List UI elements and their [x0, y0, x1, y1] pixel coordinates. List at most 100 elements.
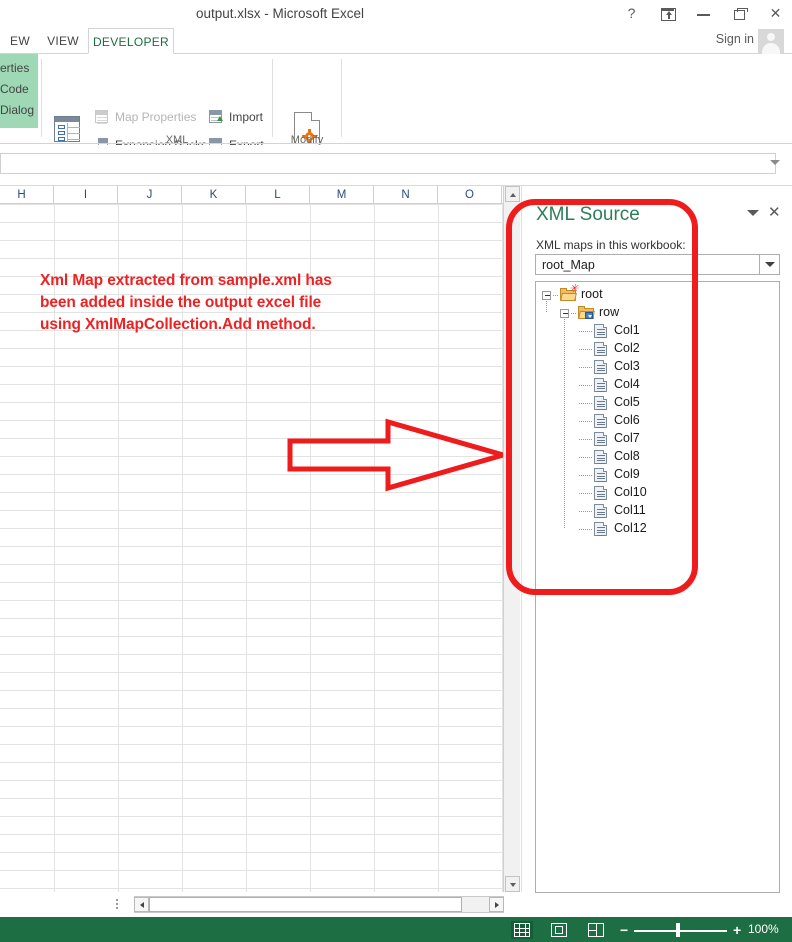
tree-connector-line	[579, 439, 592, 440]
grid-line-horizontal	[0, 618, 504, 619]
grid-line-horizontal	[0, 888, 504, 889]
import-label: Import	[229, 110, 264, 124]
scroll-up-button[interactable]	[505, 186, 520, 202]
ribbon-cmd-properties-truncated[interactable]: erties	[0, 58, 42, 79]
xml-tree-node[interactable]: Col9	[536, 466, 779, 484]
scroll-down-button[interactable]	[505, 876, 520, 892]
page-layout-view-icon[interactable]	[548, 921, 570, 939]
xml-tree-node[interactable]: Col8	[536, 448, 779, 466]
xml-element-tree[interactable]: ✳ root row Col1 Col2 Col3 Col4 Col5 Col6 Col7 Col8…	[535, 281, 780, 893]
horizontal-scroll-row	[0, 892, 504, 917]
scroll-right-button[interactable]	[489, 897, 504, 912]
xml-tree-node[interactable]: row	[536, 304, 779, 322]
sheet-tab-splitter[interactable]	[115, 898, 119, 910]
column-header-J[interactable]: J	[118, 186, 182, 204]
normal-view-icon[interactable]	[511, 921, 533, 939]
grid-line-horizontal	[0, 384, 504, 385]
xml-map-select[interactable]: root_Map	[535, 254, 780, 275]
xml-element-icon	[594, 486, 607, 500]
grid-line-horizontal	[0, 222, 504, 223]
tree-connector-line	[579, 385, 592, 386]
chevron-down-icon[interactable]	[759, 255, 779, 274]
xml-source-task-pane: XML Source ✕ XML maps in this workbook: …	[521, 186, 792, 893]
grid-line-horizontal	[0, 528, 504, 529]
xml-maps-label: XML maps in this workbook:	[536, 238, 686, 252]
ribbon-cmd-viewcode-truncated[interactable]: Code	[0, 79, 42, 100]
status-bar: − + 100%	[0, 917, 792, 942]
column-header-K[interactable]: K	[182, 186, 246, 204]
grid-line-horizontal	[0, 366, 504, 367]
tree-connector-line	[571, 313, 577, 314]
xml-tree-node[interactable]: Col1	[536, 322, 779, 340]
column-header-L[interactable]: L	[246, 186, 310, 204]
map-properties-label: Map Properties	[115, 110, 197, 124]
column-header-N[interactable]: N	[374, 186, 438, 204]
ribbon-group-divider-3	[341, 59, 342, 137]
xml-tree-node[interactable]: Col12	[536, 520, 779, 538]
xml-tree-node[interactable]: Col2	[536, 340, 779, 358]
annotation-callout-text: Xml Map extracted from sample.xml has be…	[40, 272, 332, 333]
formula-bar-area	[0, 145, 792, 185]
xml-tree-node[interactable]: Col10	[536, 484, 779, 502]
restore-icon[interactable]	[731, 5, 748, 22]
zoom-slider-track[interactable]	[634, 930, 727, 932]
column-headers: HIJKLMNO	[0, 186, 504, 204]
xml-tree-node[interactable]: Col5	[536, 394, 779, 412]
zoom-in-button[interactable]: +	[733, 923, 741, 937]
grid-line-horizontal	[0, 636, 504, 637]
xml-tree-node-label: row	[599, 305, 620, 319]
minimize-icon[interactable]	[695, 5, 712, 22]
horizontal-scrollbar[interactable]	[134, 896, 504, 913]
xml-element-icon	[594, 396, 607, 410]
page-break-preview-icon[interactable]	[585, 921, 607, 939]
column-header-I[interactable]: I	[54, 186, 118, 204]
xml-tree-node[interactable]: Col7	[536, 430, 779, 448]
xml-tree-node-label: Col4	[614, 377, 640, 391]
xml-tree-node[interactable]: Col11	[536, 502, 779, 520]
vertical-scrollbar[interactable]	[503, 186, 520, 892]
xml-tree-node-label: Col9	[614, 467, 640, 481]
help-button[interactable]: ?	[623, 5, 640, 22]
tab-review-truncated[interactable]: EW	[0, 28, 40, 54]
xml-tree-node[interactable]: Col3	[536, 358, 779, 376]
zoom-slider-thumb[interactable]	[676, 923, 680, 937]
ribbon-cmd-dialog-truncated[interactable]: Dialog	[0, 100, 42, 121]
grid-line-horizontal	[0, 402, 504, 403]
grid-line-horizontal	[0, 798, 504, 799]
xml-tree-node[interactable]: Col6	[536, 412, 779, 430]
ribbon-bottom-border	[0, 143, 792, 144]
pane-menu-icon[interactable]	[746, 207, 760, 219]
xml-element-icon	[594, 360, 607, 374]
worksheet-grid[interactable]: HIJKLMNO Xml Map extracted from sample.x…	[0, 186, 504, 892]
column-header-H[interactable]: H	[0, 186, 54, 204]
column-header-M[interactable]: M	[310, 186, 374, 204]
xml-tree-node-label: Col12	[614, 521, 647, 535]
horizontal-scroll-thumb[interactable]	[149, 897, 462, 912]
xml-tree-node-label: Col1	[614, 323, 640, 337]
xml-tree-node[interactable]: ✳ root	[536, 284, 779, 304]
grid-line-horizontal	[0, 204, 504, 205]
title-bar: output.xlsx - Microsoft Excel ? ✕	[0, 0, 792, 30]
ribbon: erties Code Dialog Source	[0, 54, 792, 177]
column-header-O[interactable]: O	[438, 186, 502, 204]
tab-developer[interactable]: DEVELOPER	[88, 28, 174, 54]
xml-element-icon	[594, 414, 607, 428]
xml-tree-node[interactable]: Col4	[536, 376, 779, 394]
ribbon-display-options-icon[interactable]	[659, 5, 676, 22]
zoom-level-label[interactable]: 100%	[748, 922, 779, 936]
tree-connector-line	[579, 493, 592, 494]
tab-view[interactable]: VIEW	[40, 28, 86, 54]
zoom-out-button[interactable]: −	[620, 923, 628, 937]
chevron-down-icon[interactable]	[770, 160, 780, 167]
sign-in-button[interactable]: Sign in	[716, 32, 754, 46]
folder-row-icon	[578, 306, 595, 319]
grid-line-horizontal	[0, 600, 504, 601]
close-icon[interactable]: ✕	[768, 205, 782, 221]
scroll-left-button[interactable]	[134, 897, 149, 912]
close-icon[interactable]: ✕	[767, 5, 784, 22]
task-pane-title: XML Source	[536, 204, 640, 225]
user-avatar-icon[interactable]	[758, 29, 784, 54]
xml-element-icon	[594, 432, 607, 446]
formula-input[interactable]	[0, 153, 776, 174]
xml-element-icon	[594, 378, 607, 392]
